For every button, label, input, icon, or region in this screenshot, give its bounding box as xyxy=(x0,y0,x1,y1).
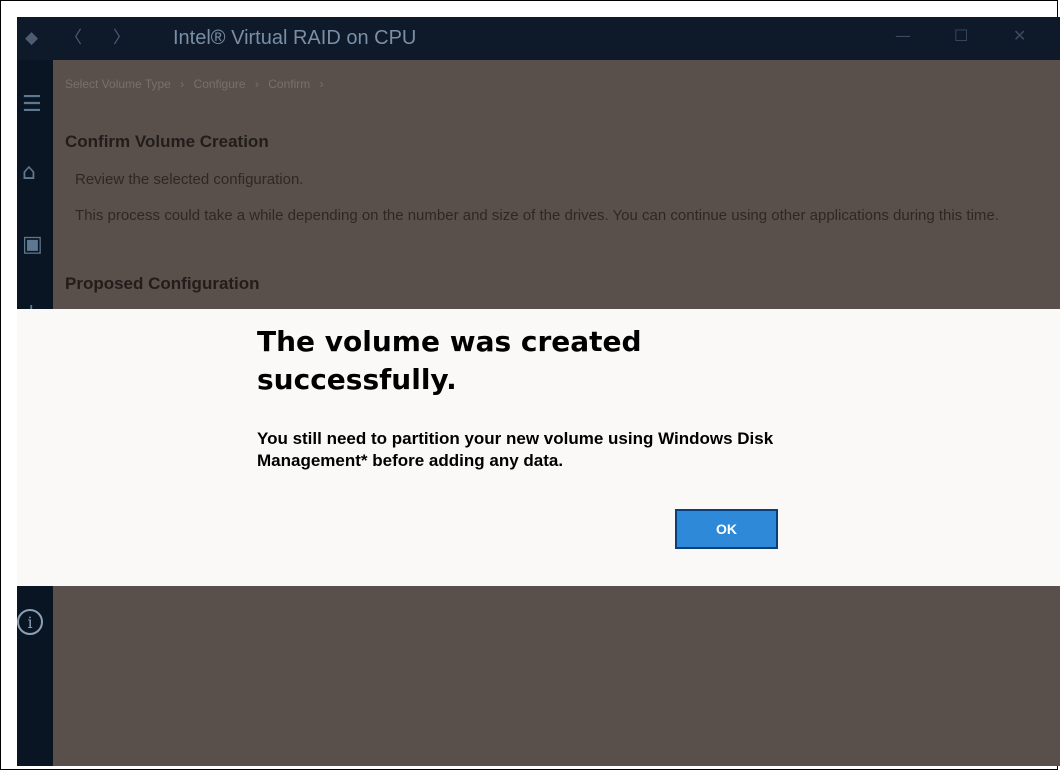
breadcrumb-separator: › xyxy=(254,77,259,91)
breadcrumb: Select Volume Type › Configure › Confirm… xyxy=(65,77,330,91)
menu-icon[interactable]: ☰ xyxy=(22,92,42,118)
volume-icon[interactable]: ▣ xyxy=(22,232,43,258)
maximize-button[interactable]: ☐ xyxy=(954,25,968,47)
breadcrumb-item-select-volume-type[interactable]: Select Volume Type xyxy=(65,77,171,91)
title-bar: ◆ 〈 〉 Intel® Virtual RAID on CPU — ☐ ✕ xyxy=(17,17,1060,60)
breadcrumb-separator: › xyxy=(180,77,185,91)
review-text: Review the selected configuration. xyxy=(75,171,304,188)
dialog-message: You still need to partition your new vol… xyxy=(257,429,774,470)
back-icon[interactable]: 〈 xyxy=(65,27,82,49)
page-title: Confirm Volume Creation xyxy=(65,132,269,151)
proposed-configuration-heading: Proposed Configuration xyxy=(65,274,260,293)
success-dialog: The volume was created successfully. You… xyxy=(17,309,1060,586)
info-icon[interactable]: i xyxy=(17,609,43,635)
dialog-title: The volume was created successfully. xyxy=(257,325,642,396)
home-icon[interactable]: ⌂ xyxy=(22,160,36,186)
close-button[interactable]: ✕ xyxy=(1013,25,1026,47)
forward-icon[interactable]: 〉 xyxy=(113,27,130,49)
breadcrumb-item-configure[interactable]: Configure xyxy=(194,77,246,91)
minimize-button[interactable]: — xyxy=(895,25,911,47)
breadcrumb-item-confirm[interactable]: Confirm xyxy=(268,77,310,91)
breadcrumb-separator: › xyxy=(319,77,324,91)
app-logo-icon: ◆ xyxy=(25,28,39,48)
ok-button[interactable]: OK xyxy=(675,509,778,549)
window-title: Intel® Virtual RAID on CPU xyxy=(173,27,417,49)
process-description: This process could take a while dependin… xyxy=(75,207,999,224)
app-window: ◆ 〈 〉 Intel® Virtual RAID on CPU — ☐ ✕ ☰… xyxy=(17,17,1060,766)
